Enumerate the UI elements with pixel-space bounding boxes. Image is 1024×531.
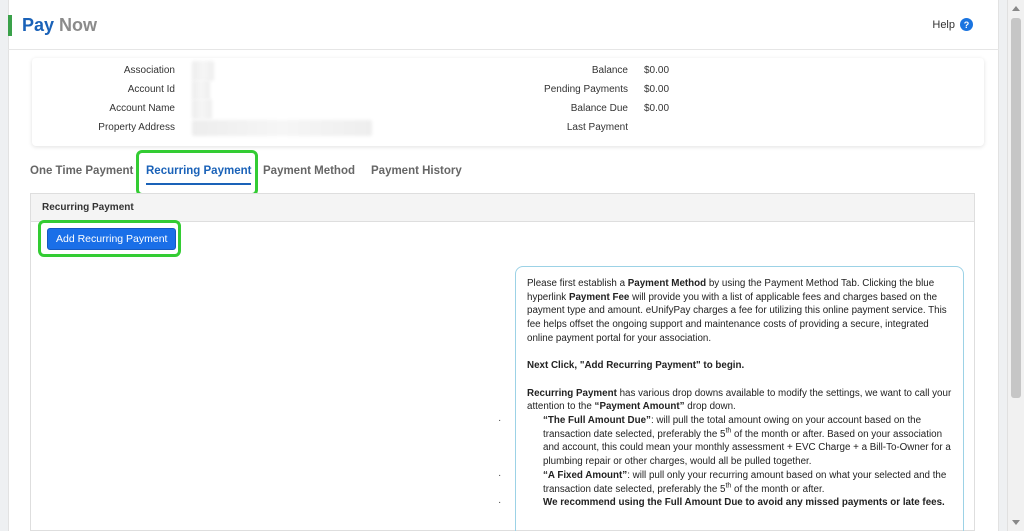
scroll-down-icon[interactable] [1012, 520, 1020, 525]
help-link[interactable]: Help ? [932, 18, 973, 31]
payment-method-text: Payment Method [627, 278, 707, 289]
label-last-payment: Last Payment [566, 122, 628, 133]
account-info-card: Association Account Id Account Name Prop… [32, 58, 984, 146]
recommendation-text: We recommend using the Full Amount Due t… [543, 497, 945, 509]
help-label[interactable]: Help [932, 19, 955, 31]
payment-amount-text: “Payment Amount” [594, 401, 685, 413]
scroll-thumb[interactable] [1011, 18, 1021, 398]
title-pay: Pay [22, 15, 55, 35]
page-title: Pay Now [22, 15, 97, 36]
label-balance-due: Balance Due [570, 103, 628, 114]
instructions-paragraph-1: Please first establish a Payment Method … [527, 277, 952, 346]
payment-fee-text: Payment Fee [568, 291, 630, 303]
info-row-pending-payments: Pending Payments $0.00 [32, 84, 984, 98]
instructions-box: Please first establish a Payment Method … [498, 266, 964, 531]
next-click-text: Next Click, "Add Recurring Payment" to b… [527, 360, 745, 372]
info-row-balance-due: Balance Due $0.00 [32, 103, 984, 117]
bullet-icon: · [498, 469, 502, 481]
full-amount-text: “The Full Amount Due” [543, 415, 651, 426]
label-pending-payments: Pending Payments [544, 84, 628, 95]
tab-one-time-payment[interactable]: One Time Payment [30, 153, 133, 185]
accent-bar [8, 15, 12, 36]
bullet-fixed-amount: · “A Fixed Amount”: will pull only your r… [498, 469, 952, 496]
text: drop down. [684, 401, 736, 413]
page-header: Pay Now Help ? [8, 0, 999, 50]
instructions-paragraph-2: Next Click, "Add Recurring Payment" to b… [527, 359, 952, 373]
value-pending-payments: $0.00 [644, 84, 670, 95]
bullet-full-amount: · “The Full Amount Due”: will pull the to… [498, 414, 952, 469]
fixed-amount-text: “A Fixed Amount” [543, 469, 628, 481]
help-icon[interactable]: ? [960, 18, 973, 31]
info-row-balance: Balance $0.00 [32, 65, 984, 79]
value-balance-due: $0.00 [644, 103, 670, 114]
text: of the month or after. [731, 483, 825, 495]
button-highlight-box [38, 220, 181, 257]
info-row-last-payment: Last Payment [32, 122, 984, 136]
bullet-recommendation: · We recommend using the Full Amount Due … [498, 496, 952, 510]
scroll-up-icon[interactable] [1012, 6, 1020, 11]
bullet-icon: · [498, 497, 502, 509]
tab-payment-history[interactable]: Payment History [371, 153, 462, 185]
bullet-icon: · [498, 415, 502, 426]
text: Please first establish a [527, 278, 628, 289]
tab-payment-method[interactable]: Payment Method [263, 153, 355, 185]
vertical-scrollbar[interactable] [1007, 0, 1024, 531]
value-balance: $0.00 [644, 65, 670, 76]
panel-title: Recurring Payment [31, 194, 974, 222]
title-now: Now [59, 15, 98, 35]
recurring-payment-text: Recurring Payment [527, 387, 617, 399]
label-balance: Balance [591, 65, 628, 76]
tab-highlight-box [136, 150, 258, 196]
instructions-paragraph-3: Recurring Payment has various drop downs… [527, 387, 952, 414]
